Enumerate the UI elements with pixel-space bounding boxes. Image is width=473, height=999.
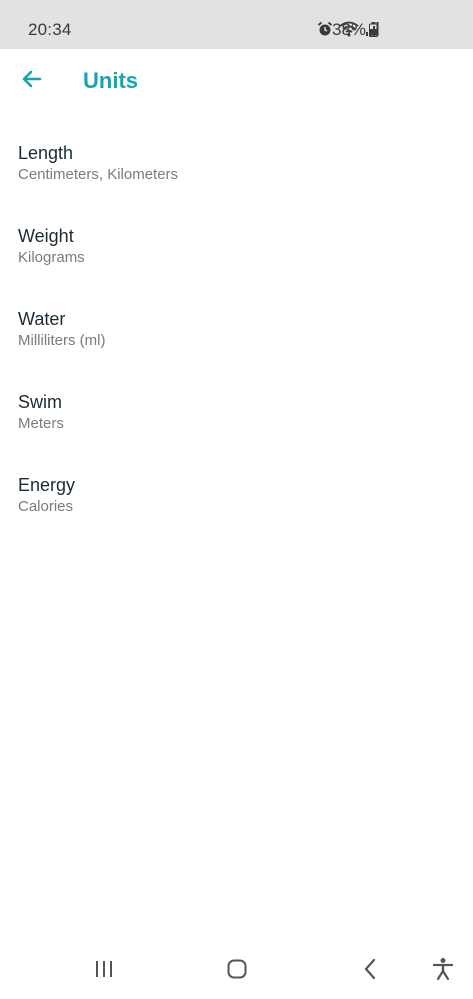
- item-value: Meters: [18, 415, 64, 432]
- item-value: Centimeters, Kilometers: [18, 166, 179, 183]
- list-item-weight[interactable]: Weight Kilograms: [0, 215, 473, 298]
- item-value: Calories: [18, 498, 74, 515]
- list-item-length[interactable]: Length Centimeters, Kilometers: [0, 132, 473, 215]
- list-item-swim[interactable]: Swim Meters: [0, 381, 473, 464]
- arrow-left-icon: [20, 67, 44, 96]
- page-title: Units: [83, 68, 138, 93]
- item-value: Kilograms: [18, 249, 85, 266]
- back-icon: [362, 958, 378, 985]
- list-item-energy[interactable]: Energy Calories: [0, 464, 473, 547]
- back-nav-button[interactable]: [342, 943, 398, 999]
- accessibility-icon: [432, 957, 454, 986]
- battery-icon: [369, 22, 378, 42]
- home-icon: [226, 958, 248, 985]
- app-bar: Units: [0, 49, 473, 113]
- recent-apps-icon: [93, 959, 115, 984]
- recent-apps-button[interactable]: [76, 943, 132, 999]
- item-label: Water: [18, 309, 66, 329]
- list-item-water[interactable]: Water Milliliters (ml): [0, 298, 473, 381]
- screen: 20:34 38% Units Length Centimeters, Kilo…: [0, 0, 473, 999]
- status-time: 20:34: [28, 20, 72, 39]
- item-label: Weight: [18, 226, 74, 246]
- item-value: Milliliters (ml): [18, 332, 106, 349]
- item-label: Length: [18, 143, 74, 163]
- item-label: Energy: [18, 475, 76, 495]
- item-label: Swim: [18, 392, 62, 412]
- battery-percent: 38%: [332, 20, 367, 39]
- status-bar: 20:34 38%: [0, 0, 473, 49]
- back-button[interactable]: [12, 63, 52, 99]
- alarm-icon: [317, 21, 333, 37]
- units-list: Length Centimeters, Kilometers Weight Ki…: [0, 132, 473, 547]
- accessibility-button[interactable]: [415, 943, 471, 999]
- nav-bar: [0, 943, 473, 999]
- home-button[interactable]: [209, 943, 265, 999]
